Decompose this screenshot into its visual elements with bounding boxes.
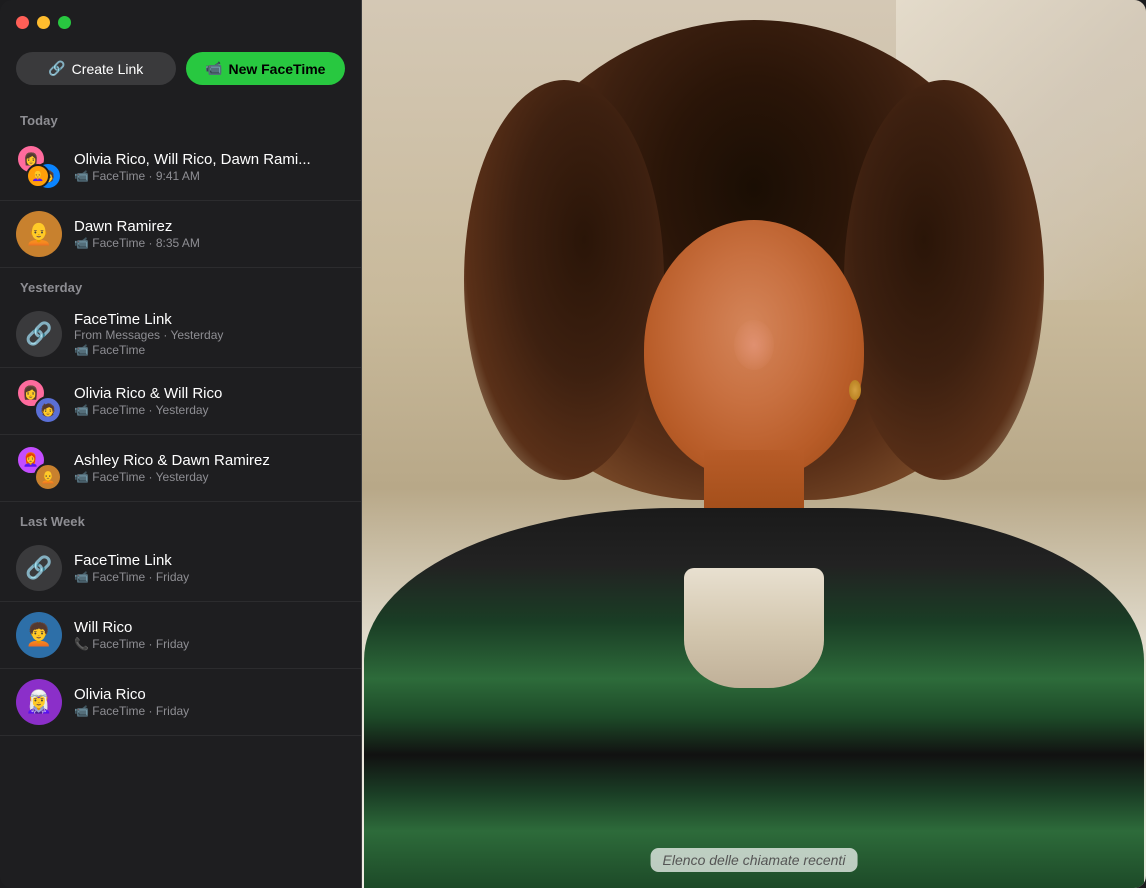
main-content: Elenco delle chiamate recenti xyxy=(362,0,1146,888)
call-name: FaceTime Link xyxy=(74,552,345,569)
call-source: From Messages · Yesterday xyxy=(74,328,345,342)
call-name: Olivia Rico xyxy=(74,686,345,703)
call-subtitle: 📹 FaceTime · Yesterday xyxy=(74,403,345,417)
call-list: Today 👩 🧑 👩‍🦲 Olivia Rico, Will Rico, Da… xyxy=(0,101,361,888)
sidebar: 🔗 Create Link 📹 New FaceTime Today 👩 🧑 👩… xyxy=(0,0,362,888)
call-item-olivia-rico[interactable]: 🧝‍♀️ Olivia Rico 📹 FaceTime · Friday xyxy=(0,669,361,736)
earring xyxy=(849,380,861,400)
avatar-2: 🧑 xyxy=(34,396,62,424)
avatar-group-container: 👩 🧑 👩‍🦲 xyxy=(16,144,62,190)
section-header-today: Today xyxy=(0,101,361,134)
call-subtitle: 📹 FaceTime xyxy=(74,343,345,357)
call-info: Dawn Ramirez 📹 FaceTime · 8:35 AM xyxy=(74,218,345,250)
call-info: Olivia Rico 📹 FaceTime · Friday xyxy=(74,686,345,718)
avatar-group: 👩 🧑 xyxy=(16,378,62,424)
link-icon: 🔗 xyxy=(48,60,65,77)
create-link-label: Create Link xyxy=(72,61,144,77)
call-item-ashley-dawn[interactable]: 👩‍🦰 🧑‍🦲 Ashley Rico & Dawn Ramirez 📹 Fac… xyxy=(0,435,361,502)
avatar-group: 👩 🧑 👩‍🦲 xyxy=(16,144,62,190)
call-subtitle: 📹 FaceTime · Friday xyxy=(74,704,345,718)
call-name: Ashley Rico & Dawn Ramirez xyxy=(74,452,345,469)
avatar-link: 🔗 xyxy=(16,545,62,591)
call-subtitle: 📹 FaceTime · Friday xyxy=(74,570,345,584)
minimize-button[interactable] xyxy=(37,16,50,29)
call-info: FaceTime Link 📹 FaceTime · Friday xyxy=(74,552,345,584)
avatar-container: 👩‍🦰 🧑‍🦲 xyxy=(16,445,62,491)
call-info: Ashley Rico & Dawn Ramirez 📹 FaceTime · … xyxy=(74,452,345,484)
close-button[interactable] xyxy=(16,16,29,29)
body-sweater xyxy=(364,508,1144,888)
call-info: Will Rico 📞 FaceTime · Friday xyxy=(74,619,345,651)
call-subtitle: 📹 FaceTime · Yesterday xyxy=(74,470,345,484)
camera-view: Elenco delle chiamate recenti xyxy=(362,0,1146,888)
avatar-container: 🔗 xyxy=(16,545,62,591)
call-name: Olivia Rico & Will Rico xyxy=(74,385,345,402)
avatar-container: 🧑‍🦱 xyxy=(16,612,62,658)
call-info: FaceTime Link From Messages · Yesterday … xyxy=(74,311,345,357)
call-info: Olivia Rico & Will Rico 📹 FaceTime · Yes… xyxy=(74,385,345,417)
video-camera-icon: 📹 xyxy=(205,60,222,77)
call-name: Dawn Ramirez xyxy=(74,218,345,235)
section-header-yesterday: Yesterday xyxy=(0,268,361,301)
call-subtitle: 📹 FaceTime · 9:41 AM xyxy=(74,169,345,183)
caption-label: Elenco delle chiamate recenti xyxy=(651,848,858,872)
fullscreen-button[interactable] xyxy=(58,16,71,29)
avatar-3: 👩‍🦲 xyxy=(26,164,50,188)
avatar-link: 🔗 xyxy=(16,311,62,357)
create-link-button[interactable]: 🔗 Create Link xyxy=(16,52,176,85)
hair-left xyxy=(464,80,664,480)
avatar-container: 🔗 xyxy=(16,311,62,357)
collar xyxy=(684,568,824,688)
call-subtitle: 📞 FaceTime · Friday xyxy=(74,637,345,651)
avatar-container: 🧑‍🦲 xyxy=(16,211,62,257)
call-item-will-rico[interactable]: 🧑‍🦱 Will Rico 📞 FaceTime · Friday xyxy=(0,602,361,669)
hair-right xyxy=(844,80,1044,480)
avatar-2: 🧑‍🦲 xyxy=(34,463,62,491)
new-facetime-button[interactable]: 📹 New FaceTime xyxy=(186,52,346,85)
call-name: Will Rico xyxy=(74,619,345,636)
avatar-container: 🧝‍♀️ xyxy=(16,679,62,725)
call-item-olivia-will-dawn[interactable]: 👩 🧑 👩‍🦲 Olivia Rico, Will Rico, Dawn Ram… xyxy=(0,134,361,201)
call-subtitle: 📹 FaceTime · 8:35 AM xyxy=(74,236,345,250)
call-info: Olivia Rico, Will Rico, Dawn Rami... 📹 F… xyxy=(74,151,345,183)
avatar-group: 👩‍🦰 🧑‍🦲 xyxy=(16,445,62,491)
nose-area xyxy=(734,320,774,370)
call-name: Olivia Rico, Will Rico, Dawn Rami... xyxy=(74,151,345,168)
call-name: FaceTime Link xyxy=(74,311,345,328)
traffic-lights xyxy=(16,16,71,29)
call-item-facetime-link-yesterday[interactable]: 🔗 FaceTime Link From Messages · Yesterda… xyxy=(0,301,361,368)
avatar-container: 👩 🧑 xyxy=(16,378,62,424)
section-header-last-week: Last Week xyxy=(0,502,361,535)
avatar: 🧑‍🦲 xyxy=(16,211,62,257)
new-facetime-label: New FaceTime xyxy=(228,61,325,77)
avatar: 🧝‍♀️ xyxy=(16,679,62,725)
avatar: 🧑‍🦱 xyxy=(16,612,62,658)
call-item-facetime-link-friday[interactable]: 🔗 FaceTime Link 📹 FaceTime · Friday xyxy=(0,535,361,602)
call-item-dawn-ramirez[interactable]: 🧑‍🦲 Dawn Ramirez 📹 FaceTime · 8:35 AM xyxy=(0,201,361,268)
call-item-olivia-will[interactable]: 👩 🧑 Olivia Rico & Will Rico 📹 FaceTime ·… xyxy=(0,368,361,435)
